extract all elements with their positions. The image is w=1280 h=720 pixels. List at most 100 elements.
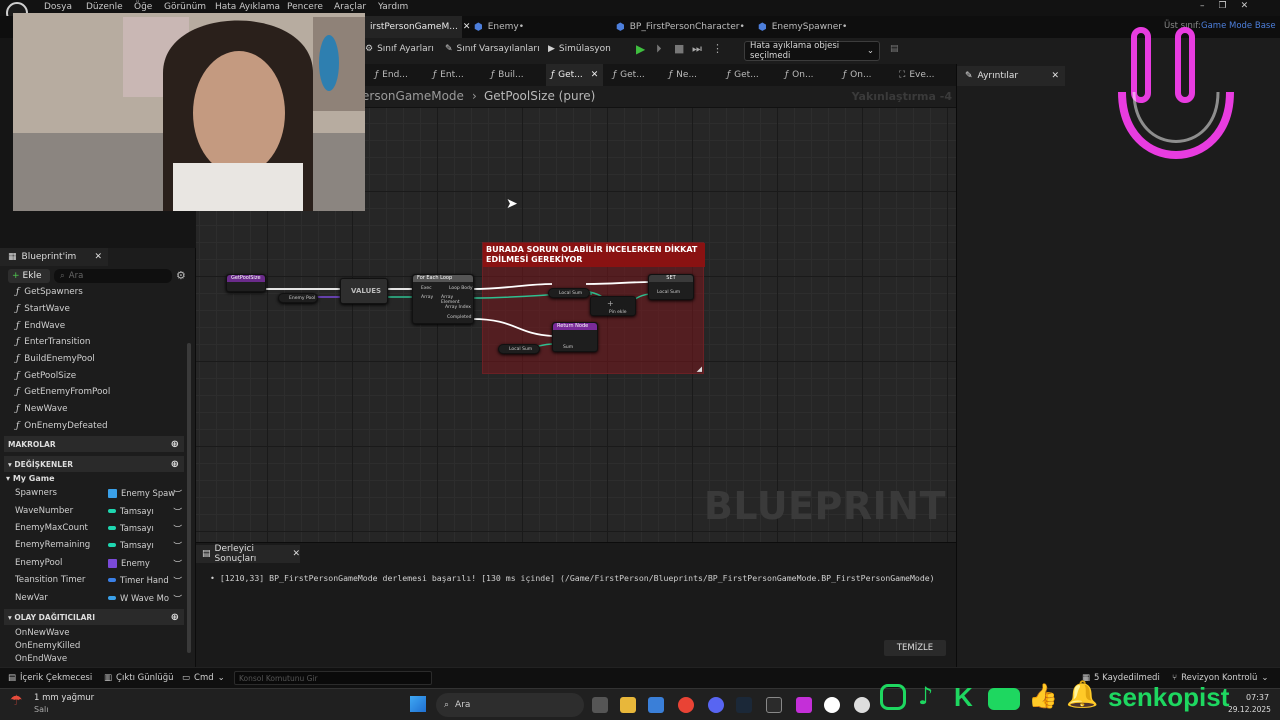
breadcrumb-parent[interactable]: ersonGameMode <box>362 89 464 103</box>
eye-icon[interactable]: ︶ <box>173 575 182 587</box>
advance-icon[interactable]: ⏭ <box>692 42 702 56</box>
scrollbar[interactable] <box>187 343 191 653</box>
variable-type[interactable]: Tamsayı <box>108 523 154 533</box>
variable-item[interactable]: EnemyRemaining Tamsayı ︶ <box>15 540 185 552</box>
variable-type[interactable]: Tamsayı <box>108 540 154 550</box>
tab-character[interactable]: ⬢ BP_FirstPersonCharacter• <box>608 16 753 38</box>
function-item[interactable]: ƒ GetEnemyFromPool <box>16 387 110 397</box>
browse-icon[interactable]: ▤ <box>890 44 899 54</box>
menu-file[interactable]: Dosya <box>44 2 72 12</box>
add-button[interactable]: + Ekle <box>8 269 50 283</box>
variable-type[interactable]: Tamsayı <box>108 506 154 516</box>
dispatcher-item[interactable]: OnEnemyKilled <box>15 641 185 651</box>
add-circle-icon[interactable]: ⊕ <box>171 612 179 623</box>
add-circle-icon[interactable]: ⊕ <box>171 459 179 470</box>
steam-icon[interactable] <box>736 697 752 713</box>
variable-type[interactable]: Enemy Spaw <box>108 488 175 498</box>
graph-tab[interactable]: ƒ On... <box>838 64 877 86</box>
variable-item[interactable]: EnemyMaxCount Tamsayı ︶ <box>15 523 185 535</box>
variable-item[interactable]: Teansition Timer Timer Hand ︶ <box>15 575 185 587</box>
graph-tab[interactable]: ƒ Ent... <box>428 64 469 86</box>
details-tab[interactable]: ✎ Ayrıntılar ✕ <box>957 66 1065 86</box>
variable-type[interactable]: Timer Hand <box>108 575 169 585</box>
node-local-sum-2[interactable]: Local Sum <box>498 344 540 354</box>
close-icon[interactable]: ✕ <box>292 549 300 559</box>
compiler-tab[interactable]: ▤ Derleyici Sonuçları ✕ <box>196 544 300 564</box>
function-item[interactable]: ƒ EndWave <box>16 321 65 331</box>
class-settings-button[interactable]: ⚙ Sınıf Ayarları <box>365 44 434 54</box>
search-input[interactable]: ⌕ Ara <box>54 269 172 283</box>
eye-icon[interactable]: ︶ <box>173 593 182 605</box>
unreal-engine-icon-2[interactable] <box>854 697 870 713</box>
tab-gamemode[interactable]: irstPersonGameM... ✕ <box>362 16 470 38</box>
menu-window[interactable]: Pencere <box>287 2 323 12</box>
function-item[interactable]: ƒ GetPoolSize <box>16 371 76 381</box>
epic-games-icon[interactable] <box>766 697 782 713</box>
graph-tab[interactable]: ⛶ Eve... <box>894 64 939 86</box>
eye-icon[interactable]: ︶ <box>173 488 182 500</box>
menu-debug[interactable]: Hata Ayıklama <box>215 2 280 12</box>
eye-icon[interactable]: ︶ <box>173 540 182 552</box>
file-explorer-icon[interactable] <box>620 697 636 713</box>
node-enemy-pool[interactable]: Enemy Pool <box>278 293 318 303</box>
function-item[interactable]: ƒ BuildEnemyPool <box>16 354 95 364</box>
variable-type[interactable]: Enemy <box>108 558 150 568</box>
console-input[interactable]: Konsol Komutunu Gir <box>234 671 432 685</box>
menu-edit[interactable]: Düzenle <box>86 2 123 12</box>
weather-text[interactable]: 1 mm yağmur <box>34 693 94 703</box>
function-item[interactable]: ƒ NewWave <box>16 404 68 414</box>
unreal-engine-icon[interactable] <box>824 697 840 713</box>
tab-spawner[interactable]: ⬢ EnemySpawner• <box>750 16 855 38</box>
discord-icon[interactable] <box>708 697 724 713</box>
variables-section-header[interactable]: ▾ DEĞİŞKENLER ⊕ <box>4 456 184 472</box>
obs-icon[interactable] <box>796 697 812 713</box>
node-entry[interactable]: GetPoolSize <box>226 274 266 292</box>
class-defaults-button[interactable]: ✎ Sınıf Varsayılanları <box>445 44 540 54</box>
dispatcher-item[interactable]: OnEndWave <box>15 654 185 664</box>
taskbar-search[interactable]: ⌕ Ara <box>436 693 584 717</box>
function-item[interactable]: ƒ StartWave <box>16 304 70 314</box>
add-circle-icon[interactable]: ⊕ <box>171 439 179 450</box>
debug-object-select[interactable]: Hata ayıklama objesi seçilmedi ⌄ <box>744 41 880 61</box>
graph-tab[interactable]: ƒ Buil... <box>486 64 529 86</box>
play-icon[interactable]: ▶ <box>636 42 645 56</box>
eye-icon[interactable]: ︶ <box>173 506 182 518</box>
graph-tab[interactable]: ƒ On... <box>780 64 819 86</box>
menu-view[interactable]: Görünüm <box>164 2 206 12</box>
graph-tab[interactable]: ƒ Ne... <box>664 64 702 86</box>
menu-tools[interactable]: Araçlar <box>334 2 366 12</box>
menu-help[interactable]: Yardım <box>378 2 408 12</box>
close-icon[interactable]: ✕ <box>591 70 599 80</box>
close-icon[interactable]: ✕ <box>94 252 102 262</box>
step-icon[interactable]: ⏵ <box>656 42 662 56</box>
task-view-icon[interactable] <box>592 697 608 713</box>
eye-icon[interactable]: ︶ <box>173 558 182 570</box>
variable-item[interactable]: WaveNumber Tamsayı ︶ <box>15 506 185 518</box>
clock-date[interactable]: 29.12.2025 <box>1228 705 1271 714</box>
store-icon[interactable] <box>648 697 664 713</box>
window-controls[interactable]: –❐✕ <box>1200 1 1262 11</box>
variable-type[interactable]: W Wave Mo <box>108 593 169 603</box>
content-drawer-button[interactable]: ▤ İçerik Çekmecesi <box>8 673 92 683</box>
variable-item[interactable]: Spawners Enemy Spaw ︶ <box>15 488 185 500</box>
add-pin-label[interactable]: Pin ekle <box>609 310 627 315</box>
output-log-button[interactable]: ▥ Çıktı Günlüğü <box>104 673 174 683</box>
node-add[interactable]: + Pin ekle <box>590 296 636 316</box>
dispatchers-section-header[interactable]: ▾ OLAY DAĞITICILARI ⊕ <box>4 609 184 625</box>
graph-tab[interactable]: ƒ Get... <box>608 64 650 86</box>
function-item[interactable]: ƒ OnEnemyDefeated <box>16 421 108 431</box>
graph-tab-active[interactable]: ƒ Get... ✕ <box>546 64 604 86</box>
stop-icon[interactable]: ■ <box>674 42 684 55</box>
cmd-select[interactable]: ▭ Cmd ⌄ <box>182 673 225 683</box>
dispatcher-item[interactable]: OnNewWave <box>15 628 185 638</box>
gear-icon[interactable]: ⚙ <box>176 269 186 282</box>
node-values[interactable]: VALUES <box>340 278 388 304</box>
windows-start-icon[interactable] <box>410 696 426 712</box>
node-return[interactable]: Return Node Sum <box>552 322 598 352</box>
eye-icon[interactable]: ︶ <box>173 523 182 535</box>
node-for-each-loop[interactable]: For Each Loop Exec Array Loop Body Array… <box>412 274 474 324</box>
clock-time[interactable]: 07:37 <box>1246 693 1269 702</box>
variable-item[interactable]: NewVar W Wave Mo ︶ <box>15 593 185 605</box>
category-my-game[interactable]: ▾ My Game <box>6 474 55 483</box>
close-icon[interactable]: ✕ <box>1051 71 1059 81</box>
